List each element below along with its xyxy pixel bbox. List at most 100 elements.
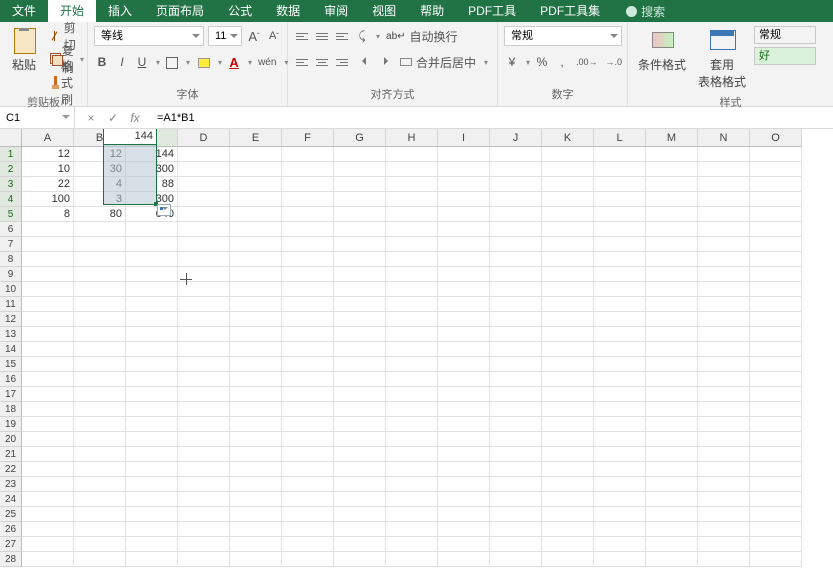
- cell-G3[interactable]: [334, 177, 386, 192]
- cell-H3[interactable]: [386, 177, 438, 192]
- cell-O9[interactable]: [750, 267, 802, 282]
- column-header-D[interactable]: D: [178, 129, 230, 147]
- cell-F24[interactable]: [282, 492, 334, 507]
- cell-F9[interactable]: [282, 267, 334, 282]
- cell-D1[interactable]: [178, 147, 230, 162]
- cell-C17[interactable]: [126, 387, 178, 402]
- cell-M12[interactable]: [646, 312, 698, 327]
- cell-A3[interactable]: 22: [22, 177, 74, 192]
- cell-B20[interactable]: [74, 432, 126, 447]
- cell-E3[interactable]: [230, 177, 282, 192]
- cell-L9[interactable]: [594, 267, 646, 282]
- cell-K25[interactable]: [542, 507, 594, 522]
- cell-E10[interactable]: [230, 282, 282, 297]
- cell-C20[interactable]: [126, 432, 178, 447]
- cell-M8[interactable]: [646, 252, 698, 267]
- cell-N17[interactable]: [698, 387, 750, 402]
- cell-I11[interactable]: [438, 297, 490, 312]
- cell-N25[interactable]: [698, 507, 750, 522]
- column-header-C[interactable]: C: [126, 129, 178, 147]
- cell-H2[interactable]: [386, 162, 438, 177]
- cell-H23[interactable]: [386, 477, 438, 492]
- search-box[interactable]: 搜索: [618, 3, 673, 20]
- cell-K27[interactable]: [542, 537, 594, 552]
- cell-M10[interactable]: [646, 282, 698, 297]
- cell-H17[interactable]: [386, 387, 438, 402]
- increase-font-button[interactable]: Aˆ: [246, 26, 262, 46]
- cell-N19[interactable]: [698, 417, 750, 432]
- cell-L23[interactable]: [594, 477, 646, 492]
- row-header-9[interactable]: 9: [0, 267, 22, 282]
- cell-D6[interactable]: [178, 222, 230, 237]
- bold-button[interactable]: B: [94, 52, 110, 72]
- cell-A22[interactable]: [22, 462, 74, 477]
- cell-M26[interactable]: [646, 522, 698, 537]
- cell-E18[interactable]: [230, 402, 282, 417]
- cell-O20[interactable]: [750, 432, 802, 447]
- cell-K9[interactable]: [542, 267, 594, 282]
- cell-A26[interactable]: [22, 522, 74, 537]
- cell-M11[interactable]: [646, 297, 698, 312]
- cell-J4[interactable]: [490, 192, 542, 207]
- cell-C2[interactable]: 300: [126, 162, 178, 177]
- cell-O7[interactable]: [750, 237, 802, 252]
- cell-I12[interactable]: [438, 312, 490, 327]
- cell-E5[interactable]: [230, 207, 282, 222]
- cell-L24[interactable]: [594, 492, 646, 507]
- cell-E25[interactable]: [230, 507, 282, 522]
- cell-O18[interactable]: [750, 402, 802, 417]
- cell-O8[interactable]: [750, 252, 802, 267]
- row-header-7[interactable]: 7: [0, 237, 22, 252]
- row-header-11[interactable]: 11: [0, 297, 22, 312]
- cell-N18[interactable]: [698, 402, 750, 417]
- cell-O23[interactable]: [750, 477, 802, 492]
- cell-G21[interactable]: [334, 447, 386, 462]
- cell-M19[interactable]: [646, 417, 698, 432]
- cell-A24[interactable]: [22, 492, 74, 507]
- font-color-button[interactable]: A: [226, 52, 242, 72]
- cell-E13[interactable]: [230, 327, 282, 342]
- cell-I8[interactable]: [438, 252, 490, 267]
- select-all-corner[interactable]: [0, 129, 22, 147]
- row-header-28[interactable]: 28: [0, 552, 22, 567]
- cell-K23[interactable]: [542, 477, 594, 492]
- column-header-H[interactable]: H: [386, 129, 438, 147]
- cond-format-button[interactable]: 条件格式: [634, 26, 690, 75]
- cell-E12[interactable]: [230, 312, 282, 327]
- cell-A11[interactable]: [22, 297, 74, 312]
- cell-J27[interactable]: [490, 537, 542, 552]
- cell-style-good[interactable]: 好: [754, 47, 816, 65]
- cell-B26[interactable]: [74, 522, 126, 537]
- cell-H28[interactable]: [386, 552, 438, 567]
- cell-O11[interactable]: [750, 297, 802, 312]
- cell-K24[interactable]: [542, 492, 594, 507]
- cell-B17[interactable]: [74, 387, 126, 402]
- row-header-16[interactable]: 16: [0, 372, 22, 387]
- cell-E9[interactable]: [230, 267, 282, 282]
- cell-N2[interactable]: [698, 162, 750, 177]
- cell-E23[interactable]: [230, 477, 282, 492]
- cell-J28[interactable]: [490, 552, 542, 567]
- cell-D7[interactable]: [178, 237, 230, 252]
- cell-F3[interactable]: [282, 177, 334, 192]
- cell-D11[interactable]: [178, 297, 230, 312]
- cell-K11[interactable]: [542, 297, 594, 312]
- cell-D19[interactable]: [178, 417, 230, 432]
- cell-B21[interactable]: [74, 447, 126, 462]
- align-right-button[interactable]: [334, 52, 350, 72]
- cell-G16[interactable]: [334, 372, 386, 387]
- column-header-I[interactable]: I: [438, 129, 490, 147]
- cell-D25[interactable]: [178, 507, 230, 522]
- cell-K4[interactable]: [542, 192, 594, 207]
- cell-I25[interactable]: [438, 507, 490, 522]
- cell-F11[interactable]: [282, 297, 334, 312]
- cell-I28[interactable]: [438, 552, 490, 567]
- cell-B5[interactable]: 80: [74, 207, 126, 222]
- phonetic-button[interactable]: wén: [256, 52, 278, 72]
- cell-F28[interactable]: [282, 552, 334, 567]
- cell-C15[interactable]: [126, 357, 178, 372]
- cell-O15[interactable]: [750, 357, 802, 372]
- inc-decimal-button[interactable]: .00→: [574, 52, 600, 72]
- cell-F1[interactable]: [282, 147, 334, 162]
- menu-tab-pdf2[interactable]: PDF工具集: [528, 0, 612, 22]
